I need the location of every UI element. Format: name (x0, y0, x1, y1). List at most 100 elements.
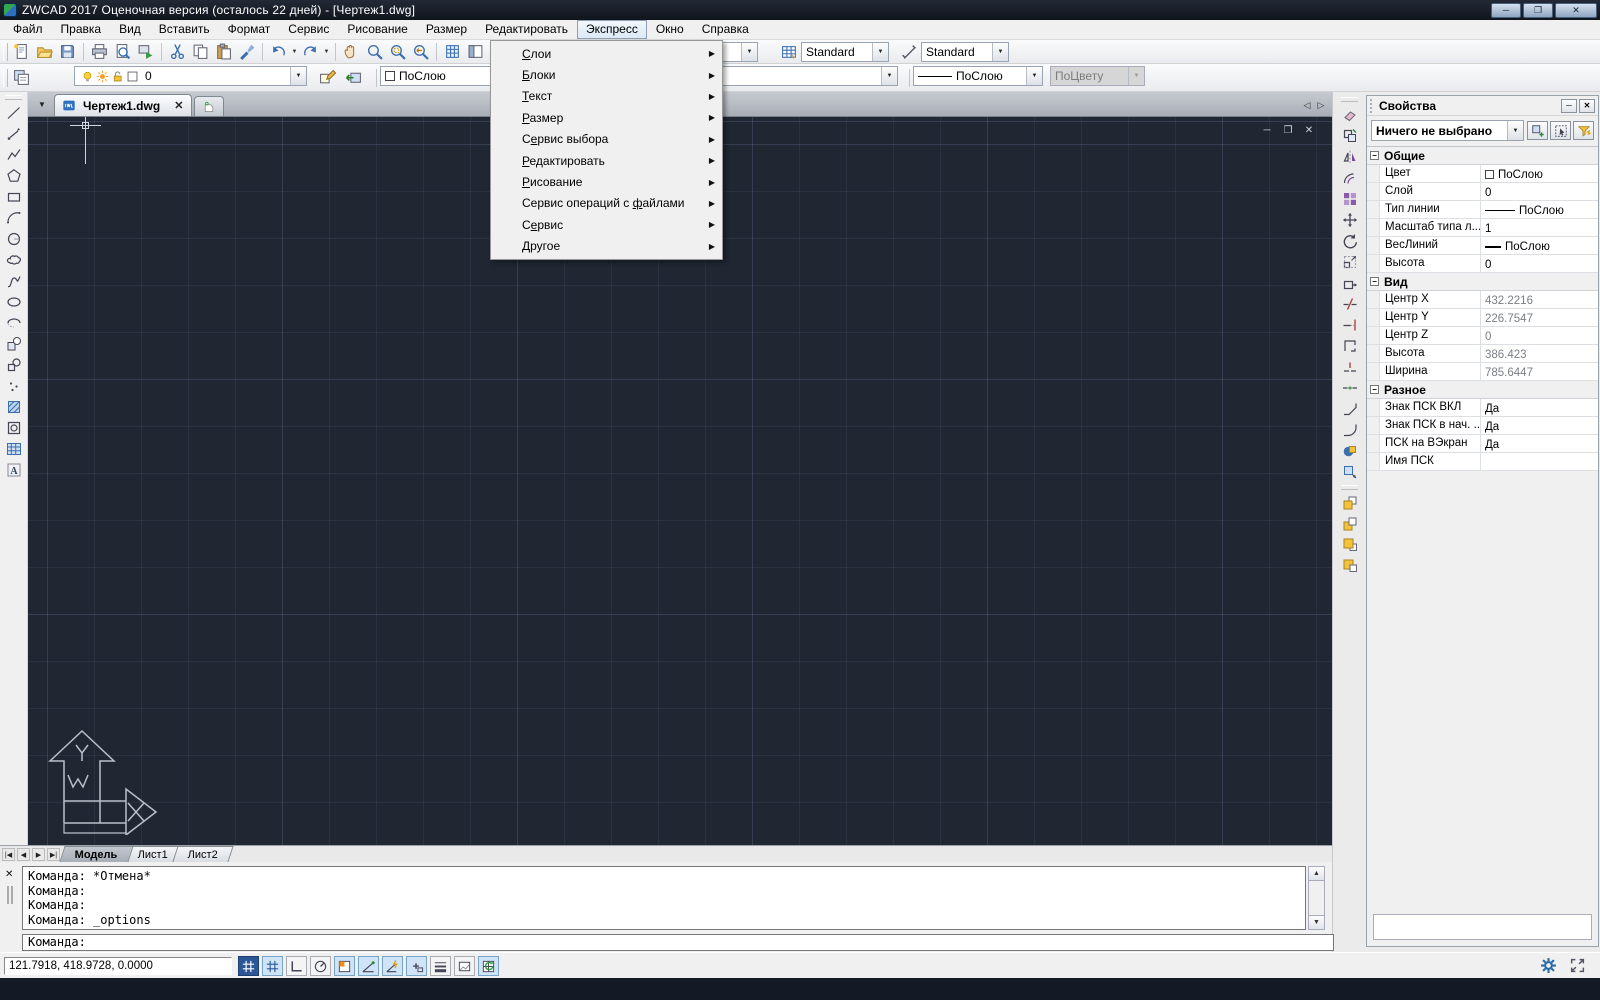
mdi-close-icon[interactable]: ✕ (1302, 125, 1316, 136)
send-under-button[interactable] (1339, 555, 1361, 576)
toolbar-grip[interactable] (3, 42, 8, 61)
arc-button[interactable] (3, 207, 25, 228)
chevron-down-icon[interactable]: ▼ (1507, 121, 1523, 140)
close-icon[interactable]: ✕ (5, 869, 13, 880)
dimension-style-combo[interactable]: Standard ▼ (921, 42, 1009, 62)
menu-item-Правка[interactable]: Правка (52, 20, 111, 39)
menu-item-Размер[interactable]: Размер (417, 20, 476, 39)
chevron-down-icon[interactable]: ▼ (1128, 67, 1144, 85)
print-button[interactable] (88, 41, 111, 63)
select-objects-button[interactable] (1550, 121, 1571, 140)
insert-block-button[interactable] (3, 333, 25, 354)
chamfer-button[interactable] (1339, 398, 1361, 419)
tab-list-dropdown-icon[interactable]: ▼ (34, 96, 50, 114)
zoom-window-button[interactable] (386, 41, 409, 63)
status-toggle-grid[interactable] (262, 956, 283, 976)
property-value[interactable]: Да (1481, 435, 1598, 452)
status-toggle-object-tracking[interactable] (382, 956, 403, 976)
status-toggle-esnap[interactable] (334, 956, 355, 976)
palette-close-icon[interactable]: ✕ (1579, 98, 1595, 113)
chevron-down-icon[interactable]: ▼ (290, 67, 306, 85)
status-toggle-polar[interactable] (310, 956, 331, 976)
property-section-header[interactable]: − Общие (1367, 147, 1598, 165)
redo-dropdown-icon[interactable]: ▼ (322, 41, 331, 63)
paste-button[interactable] (212, 41, 235, 63)
erase-button[interactable] (1339, 104, 1361, 125)
ray-button[interactable] (3, 123, 25, 144)
selection-filter-combo[interactable]: Ничего не выбрано ▼ (1371, 120, 1524, 141)
tab-scroll-left-icon[interactable]: ◁ (1300, 96, 1314, 114)
undo-dropdown-icon[interactable]: ▼ (290, 41, 299, 63)
point-button[interactable] (3, 375, 25, 396)
layout-nav-last-button[interactable]: ▶| (47, 847, 60, 861)
lineweight-combo[interactable]: ПоСлою ▼ (913, 66, 1043, 86)
express-menu-item[interactable]: Сервис операций с файлами ▶ (491, 193, 722, 214)
explode-button[interactable] (1339, 461, 1361, 482)
polyline-button[interactable] (3, 144, 25, 165)
break-button[interactable] (1339, 335, 1361, 356)
chevron-down-icon[interactable]: ▼ (741, 43, 757, 61)
menu-item-Формат[interactable]: Формат (219, 20, 280, 39)
array-button[interactable] (1339, 188, 1361, 209)
cut-button[interactable] (166, 41, 189, 63)
toolbar-grip[interactable] (1341, 485, 1358, 490)
extend-button[interactable] (1339, 314, 1361, 335)
window-maximize-button[interactable]: ❐ (1523, 2, 1553, 18)
table-button[interactable] (3, 438, 25, 459)
menu-item-Сервис[interactable]: Сервис (279, 20, 338, 39)
layout-nav-next-button[interactable]: ▶ (32, 847, 45, 861)
layout-tab-Лист2[interactable]: Лист2 (172, 846, 234, 862)
property-value[interactable]: 226.7547 (1481, 309, 1598, 326)
union-button[interactable] (1339, 440, 1361, 461)
property-value[interactable]: 386.423 (1481, 345, 1598, 362)
scale-button[interactable] (1339, 251, 1361, 272)
status-toggle-model-paper[interactable] (454, 956, 475, 976)
express-menu-item[interactable]: Другое ▶ (491, 236, 722, 257)
command-splitter[interactable] (7, 886, 13, 904)
quick-calc-button[interactable] (441, 41, 464, 63)
ellipse-arc-button[interactable] (3, 312, 25, 333)
chevron-down-icon[interactable]: ▼ (881, 67, 897, 85)
express-menu-item[interactable]: Сервис выбора ▶ (491, 129, 722, 150)
status-toggle-ortho[interactable] (286, 956, 307, 976)
circle-button[interactable] (3, 228, 25, 249)
trim-button[interactable] (1339, 293, 1361, 314)
revision-cloud-button[interactable] (3, 249, 25, 270)
region-button[interactable] (3, 417, 25, 438)
layout-tab-Модель[interactable]: Модель (59, 846, 134, 862)
chevron-down-icon[interactable]: ▼ (992, 43, 1008, 61)
property-section-header[interactable]: − Вид (1367, 273, 1598, 291)
rectangle-button[interactable] (3, 186, 25, 207)
express-menu-item[interactable]: Текст ▶ (491, 86, 722, 107)
publish-button[interactable] (134, 41, 157, 63)
rotate-button[interactable] (1339, 230, 1361, 251)
express-menu-item[interactable]: Рисование ▶ (491, 171, 722, 192)
property-value[interactable]: ПоСлою (1481, 165, 1598, 182)
fullscreen-icon[interactable] (1569, 957, 1586, 974)
command-scrollbar[interactable]: ▲ ▼ (1308, 866, 1325, 930)
toolbar-grip[interactable] (3, 68, 8, 87)
layout-nav-previous-button[interactable]: ◀ (17, 847, 30, 861)
express-menu-item[interactable]: Редактировать ▶ (491, 150, 722, 171)
offset-button[interactable] (1339, 167, 1361, 188)
bring-to-front-button[interactable] (1339, 492, 1361, 513)
redo-button[interactable] (299, 41, 322, 63)
mirror-button[interactable] (1339, 146, 1361, 167)
collapse-icon[interactable]: − (1370, 277, 1379, 286)
express-menu-item[interactable]: Блоки ▶ (491, 64, 722, 85)
express-menu-item[interactable]: Слои ▶ (491, 43, 722, 64)
window-minimize-button[interactable]: ─ (1491, 2, 1521, 18)
property-value[interactable]: ПоСлою (1481, 201, 1598, 218)
property-value[interactable]: 0 (1481, 255, 1598, 272)
property-value[interactable]: 785.6447 (1481, 363, 1598, 380)
design-center-button[interactable] (464, 41, 487, 63)
collapse-icon[interactable]: − (1370, 151, 1379, 160)
line-button[interactable] (3, 102, 25, 123)
polygon-button[interactable] (3, 165, 25, 186)
send-to-back-button[interactable] (1339, 513, 1361, 534)
copy-object-button[interactable] (1339, 125, 1361, 146)
window-close-button[interactable]: ✕ (1555, 2, 1597, 18)
make-block-button[interactable] (3, 354, 25, 375)
chevron-down-icon[interactable]: ▼ (872, 43, 888, 61)
print-preview-button[interactable] (111, 41, 134, 63)
